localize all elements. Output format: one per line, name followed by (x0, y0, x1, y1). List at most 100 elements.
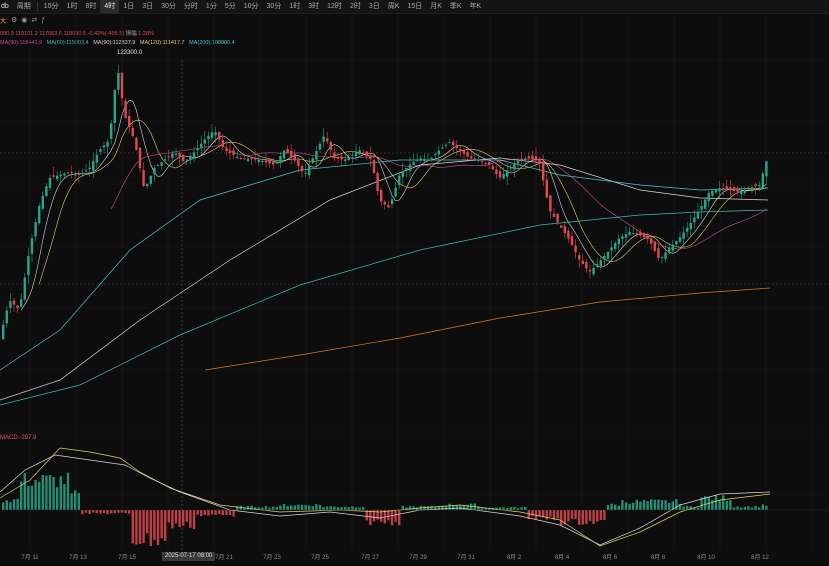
candle-body (192, 152, 196, 159)
candle-body (387, 205, 390, 208)
candle-body (394, 187, 397, 197)
candle-body (646, 235, 649, 240)
macd-histogram-bar (297, 504, 300, 510)
macd-histogram-bar (520, 507, 523, 510)
candle-body (653, 241, 656, 251)
chart-grid (0, 14, 829, 550)
candle-body (210, 132, 214, 138)
macd-histogram-bar (221, 510, 224, 516)
x-axis-tick-label: 8月 10 (697, 554, 715, 561)
x-axis-tick-label: 8月 4 (555, 554, 570, 561)
candle-body (128, 115, 131, 127)
macd-histogram-bar (293, 505, 296, 510)
candle-body (340, 156, 343, 160)
candle-body (142, 169, 145, 186)
macd-histogram-bar (668, 502, 671, 510)
macd-dea-line (0, 447, 771, 547)
macd-histogram-bar (63, 484, 66, 510)
macd-histogram-bar (300, 504, 304, 510)
macd-histogram-bar (696, 507, 700, 510)
candle-body (725, 186, 728, 190)
candle-body (441, 147, 444, 149)
macd-histogram-bar (765, 505, 768, 510)
macd-histogram-bar (286, 506, 289, 510)
candle-body (574, 245, 577, 253)
candle-body (588, 269, 592, 272)
candle-body (635, 232, 638, 235)
candle-body (610, 247, 613, 251)
candle-body (117, 73, 120, 90)
macd-histogram-bar (48, 475, 52, 510)
candle-body (124, 100, 127, 118)
candlestick-chart[interactable]: 7月 117月 137月 157月 197月 217月 237月 257月 27… (0, 0, 829, 566)
macd-histogram-bar (88, 510, 91, 514)
candle-body (12, 300, 16, 305)
macd-histogram-bar (506, 507, 509, 510)
candle-body (592, 267, 595, 275)
candle-body (113, 90, 116, 123)
candle-body (700, 206, 703, 210)
candle-body (480, 161, 484, 163)
macd-histogram-bar (502, 507, 505, 510)
candle-body (437, 150, 440, 155)
macd-histogram-bar (304, 504, 307, 510)
macd-histogram-bar (664, 500, 667, 510)
candle-body (398, 175, 401, 186)
macd-histogram-bar (509, 507, 512, 510)
macd-histogram-bar (214, 510, 217, 515)
macd-histogram-bar (718, 499, 721, 510)
macd-histogram-bar (621, 500, 624, 510)
candle-body (473, 158, 476, 160)
ma120-line (0, 209, 769, 406)
candle-body (678, 237, 682, 242)
macd-histogram-bar (736, 506, 739, 510)
macd-histogram-bar (120, 510, 124, 513)
macd-histogram-bar (45, 475, 48, 510)
macd-histogram-bar (326, 506, 329, 510)
macd-histogram-bar (570, 510, 574, 519)
macd-histogram-bar (358, 507, 361, 510)
candle-body (545, 179, 548, 198)
candle-body (106, 141, 109, 147)
macd-histogram-bar (369, 510, 372, 526)
candle-body (351, 154, 354, 156)
candle-body (138, 147, 142, 168)
macd-histogram-bar (290, 505, 293, 510)
macd-histogram-bar (585, 510, 588, 525)
macd-histogram-bar (218, 510, 221, 515)
macd-histogram-bar (95, 510, 98, 514)
macd-histogram-bar (444, 506, 448, 510)
candles (2, 65, 768, 341)
candle-body (120, 72, 124, 99)
candle-body (549, 195, 552, 212)
macd-histogram-bar (106, 510, 109, 515)
ma-line (38, 119, 767, 285)
macd-histogram-bar (16, 498, 19, 510)
candle-body (30, 238, 34, 254)
candle-body (578, 255, 581, 260)
macd-histogram-bar (38, 481, 41, 510)
macd-histogram-bar (138, 510, 142, 544)
candle-body (506, 170, 509, 177)
macd-histogram-bar (200, 510, 203, 517)
candle-body (750, 187, 754, 189)
macd-histogram-bar (747, 506, 750, 510)
macd-histogram-bar (164, 510, 167, 541)
candle-body (527, 156, 530, 159)
macd-histogram-bar (84, 510, 88, 513)
candle-body (203, 139, 206, 144)
macd-histogram-bar (524, 506, 527, 510)
candle-body (513, 164, 516, 170)
macd-histogram-bar (34, 480, 37, 510)
macd-histogram-bar (660, 499, 664, 510)
macd-histogram-bar (617, 505, 620, 510)
macd-histogram-bar (117, 510, 120, 513)
candle-body (401, 171, 404, 177)
macd-histogram-bar (574, 510, 577, 520)
candle-body (315, 151, 318, 160)
macd-panel (0, 447, 829, 547)
candle-body (282, 150, 286, 159)
macd-histogram-bar (462, 505, 466, 510)
macd-histogram-bar (635, 499, 638, 510)
macd-histogram-bar (675, 499, 678, 510)
